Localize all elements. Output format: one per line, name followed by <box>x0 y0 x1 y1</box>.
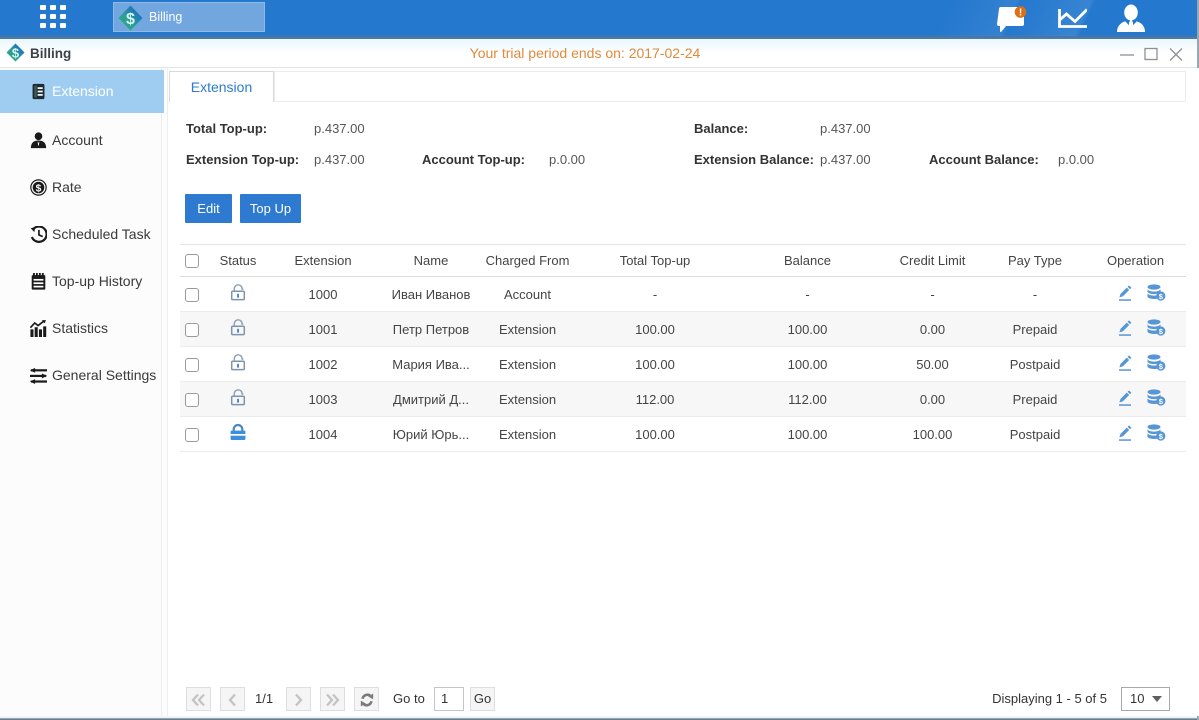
svg-text:$: $ <box>12 46 20 61</box>
svg-text:$: $ <box>126 11 135 28</box>
svg-text:!: ! <box>1019 8 1022 19</box>
svg-text:$: $ <box>36 183 42 194</box>
